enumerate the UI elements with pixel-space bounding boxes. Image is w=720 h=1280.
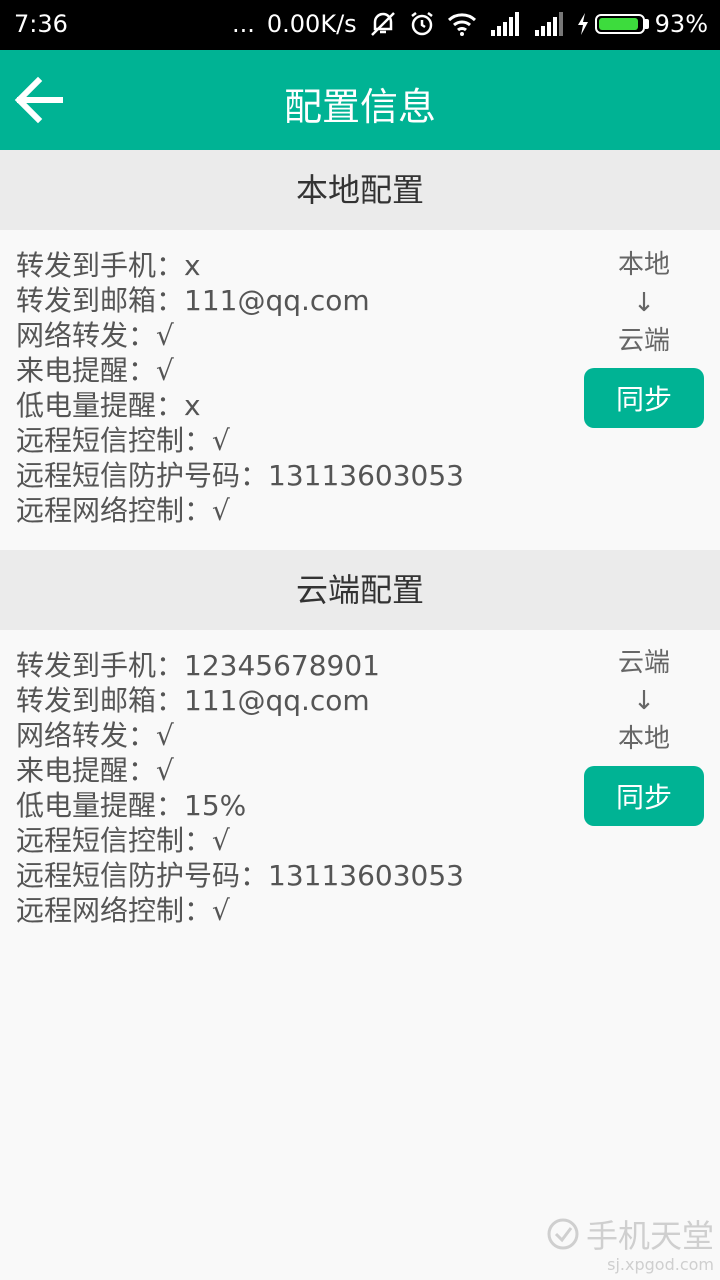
charging-bolt-icon	[577, 13, 588, 35]
list-item: 远程短信控制：√	[16, 424, 230, 457]
sync-from-label: 云端	[617, 648, 670, 678]
list-item: 转发到邮箱：111@qq.com	[16, 284, 370, 317]
status-dots: ...	[232, 10, 255, 38]
network-speed: 0.00K/s	[266, 10, 357, 38]
list-item: 转发到手机：x	[16, 249, 201, 282]
list-item: 转发到手机：12345678901	[16, 649, 380, 682]
status-icons: ... 0.00K/s 93%	[232, 10, 708, 38]
sync-to-label: 本地	[617, 724, 670, 754]
cloud-sync-panel: 云端 ↓ 本地 同步	[584, 644, 704, 826]
arrow-down-icon: ↓	[633, 686, 655, 716]
list-item: 远程短信防护号码：13113603053	[16, 859, 464, 892]
local-config-header: 本地配置	[0, 150, 720, 230]
app-bar: 配置信息	[0, 50, 720, 150]
status-time: 7:36	[14, 10, 68, 38]
battery-percent: 93%	[654, 10, 708, 38]
watermark: 手机天堂 sj.xpgod.com	[546, 1211, 714, 1274]
watermark-url: sj.xpgod.com	[607, 1255, 714, 1274]
cloud-config-body: 转发到手机：12345678901 转发到邮箱：111@qq.com 网络转发：…	[0, 630, 720, 950]
list-item: 来电提醒：√	[16, 354, 174, 387]
list-item: 转发到邮箱：111@qq.com	[16, 684, 370, 717]
battery-shell	[594, 14, 645, 34]
mute-vibrate-icon	[369, 11, 397, 37]
battery-tip	[644, 19, 649, 29]
local-config-list: 转发到手机：x 转发到邮箱：111@qq.com 网络转发：√ 来电提醒：√ 低…	[16, 248, 464, 528]
watermark-title: 手机天堂	[585, 1217, 714, 1255]
cloud-config-list: 转发到手机：12345678901 转发到邮箱：111@qq.com 网络转发：…	[16, 648, 464, 928]
list-item: 网络转发：√	[16, 319, 174, 352]
list-item: 远程短信防护号码：13113603053	[16, 459, 464, 492]
alarm-icon	[409, 11, 435, 37]
local-sync-panel: 本地 ↓ 云端 同步	[584, 246, 704, 428]
battery-fill	[598, 18, 638, 30]
sync-from-label: 本地	[617, 250, 670, 280]
arrow-down-icon: ↓	[633, 288, 655, 318]
sync-to-label: 云端	[617, 326, 670, 356]
page-title: 配置信息	[283, 85, 436, 129]
signal-icon-2	[533, 12, 565, 36]
list-item: 远程网络控制：√	[16, 894, 230, 927]
list-item: 网络转发：√	[16, 719, 174, 752]
watermark-logo-icon	[547, 1218, 579, 1250]
list-item: 远程短信控制：√	[16, 824, 230, 857]
sync-cloud-to-local-button[interactable]: 同步	[584, 766, 704, 826]
list-item: 低电量提醒：15%	[16, 789, 247, 822]
list-item: 远程网络控制：√	[16, 494, 230, 527]
signal-icon-1	[489, 12, 521, 36]
battery-indicator: 93%	[577, 10, 708, 38]
list-item: 来电提醒：√	[16, 754, 174, 787]
sync-local-to-cloud-button[interactable]: 同步	[584, 368, 704, 428]
list-item: 低电量提醒：x	[16, 389, 201, 422]
local-config-body: 转发到手机：x 转发到邮箱：111@qq.com 网络转发：√ 来电提醒：√ 低…	[0, 230, 720, 550]
status-bar: 7:36 ... 0.00K/s 93%	[0, 0, 720, 50]
cloud-config-header: 云端配置	[0, 550, 720, 630]
wifi-icon	[447, 12, 477, 36]
